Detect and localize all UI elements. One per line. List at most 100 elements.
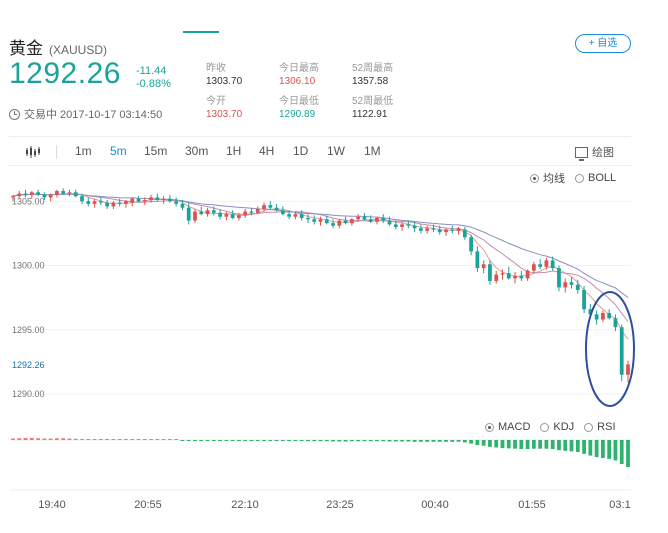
candle-body (149, 197, 153, 200)
macd-bar (211, 440, 216, 441)
candle-body (299, 214, 304, 218)
candle-body (268, 205, 273, 208)
candle-body (23, 193, 28, 195)
macd-bar (531, 440, 536, 449)
candle-body (362, 216, 367, 220)
macd-bar (42, 438, 47, 440)
macd-bar (538, 440, 543, 449)
macd-bar (337, 440, 342, 442)
candle-body (481, 264, 486, 269)
candle-body (155, 197, 160, 200)
y-tick-label: 1300.00 (12, 261, 45, 271)
candle-body (105, 202, 110, 207)
macd-bar (55, 438, 59, 440)
candle-body (582, 289, 586, 310)
macd-bar (199, 440, 204, 441)
candle-body (287, 214, 292, 217)
macd-bar (318, 440, 323, 442)
candle-body (488, 264, 492, 281)
candle-body (124, 201, 128, 204)
candle-body (237, 215, 241, 218)
macd-bar (61, 438, 66, 440)
candle-body (218, 212, 222, 217)
macd-bar (563, 440, 568, 451)
macd-bar (224, 440, 229, 441)
macd-bar (161, 439, 166, 440)
candle-body (111, 202, 116, 207)
candle-body (601, 313, 605, 320)
macd-bar (155, 439, 160, 440)
candle-body (67, 192, 72, 194)
candle-body (519, 275, 524, 279)
macd-bar (525, 440, 530, 449)
macd-bar (312, 440, 317, 442)
candle-body (375, 217, 379, 222)
candle-body (98, 201, 103, 203)
macd-bar (174, 439, 179, 440)
candle-body (36, 192, 40, 195)
macd-bar (550, 440, 555, 449)
candle-body (48, 194, 53, 198)
candle-body (180, 203, 185, 208)
candle-body (550, 260, 555, 269)
candle-body (11, 196, 15, 198)
candle-body (86, 201, 91, 204)
candle-body (387, 220, 392, 225)
macd-bar (425, 440, 430, 442)
candle-body (199, 211, 204, 215)
candle-body (607, 313, 612, 319)
macd-bar (343, 440, 348, 442)
candle-body (331, 223, 335, 226)
macd-bar (506, 440, 511, 449)
candle-body (437, 229, 442, 233)
candle-body (462, 229, 467, 238)
macd-bar (575, 440, 580, 452)
macd-bar (462, 440, 467, 443)
macd-bar (255, 440, 260, 441)
moving-average-line (12, 193, 629, 298)
candle-body (368, 219, 373, 222)
candle-body (343, 220, 348, 224)
price-chart[interactable]: 1305.00 1300.00 1295.00 1290.00 1292.26 19:40… (0, 0, 668, 533)
candle-body (142, 199, 147, 202)
candle-body (393, 224, 398, 227)
x-tick-label: 23:25 (326, 499, 354, 511)
macd-bar (626, 440, 630, 467)
y-tick-label: 1295.00 (12, 325, 45, 335)
macd-bar (619, 440, 624, 464)
macd-bar (569, 440, 574, 452)
candle-body (400, 224, 404, 227)
candle-body (186, 207, 191, 221)
macd-bar (406, 440, 411, 442)
macd-bar (594, 440, 599, 458)
candle-body (168, 198, 172, 202)
macd-bar (475, 440, 480, 446)
macd-bar (262, 440, 266, 441)
macd-bar (111, 439, 116, 440)
macd-bar (142, 439, 147, 440)
candle-body (337, 220, 342, 226)
macd-bar (349, 440, 354, 442)
macd-bar (456, 440, 461, 442)
candle-body (17, 193, 22, 197)
macd-bar (431, 440, 436, 442)
macd-bar (237, 440, 241, 441)
candle-body (356, 216, 361, 220)
candle-body (613, 318, 618, 328)
macd-bar (80, 439, 84, 440)
candle-body (42, 194, 47, 198)
candle-body (419, 228, 423, 231)
macd-bar (331, 440, 335, 442)
candle-body (619, 327, 624, 375)
macd-bar (205, 440, 210, 441)
macd-bar (130, 439, 135, 440)
macd-bar (243, 440, 248, 441)
macd-bar (444, 440, 448, 442)
candle-body (626, 364, 630, 375)
candle-body (205, 210, 210, 215)
candle-body (425, 228, 430, 231)
macd-bar (607, 440, 612, 459)
macd-bar (494, 440, 499, 448)
candle-body (544, 260, 549, 267)
candle-body (318, 219, 323, 222)
